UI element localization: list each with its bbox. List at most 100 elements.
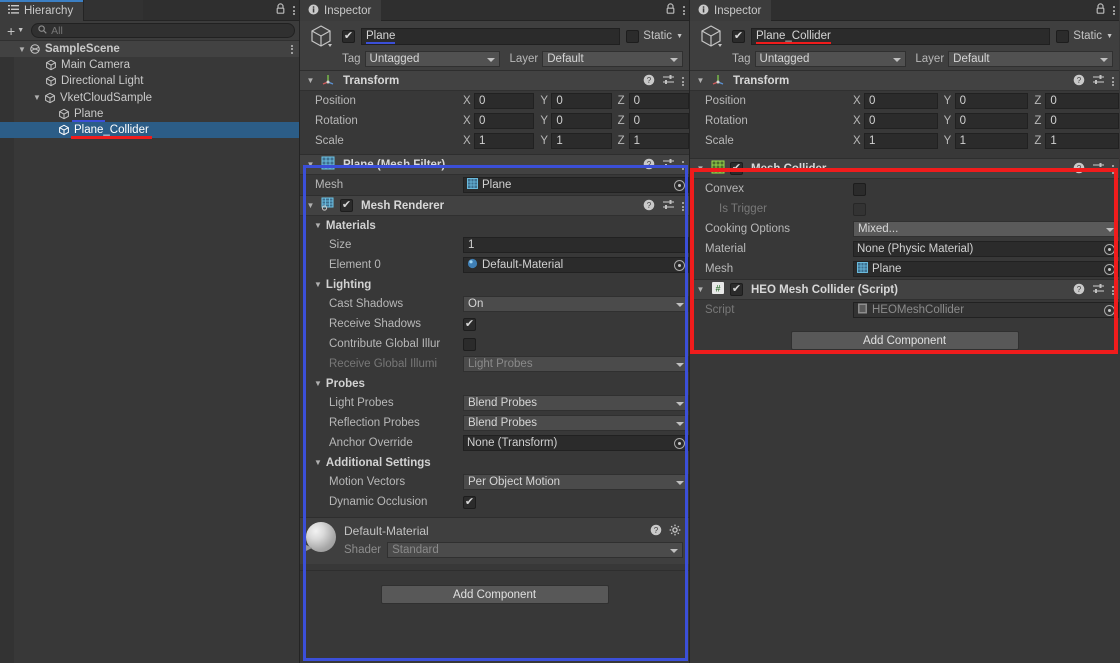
lock-icon[interactable] bbox=[665, 3, 676, 18]
scale-z-input[interactable]: 1 bbox=[629, 133, 689, 149]
position-x-input[interactable]: 0 bbox=[474, 93, 534, 109]
position-z-input[interactable]: 0 bbox=[1045, 93, 1119, 109]
collider-mesh-object-field[interactable]: Plane bbox=[853, 261, 1119, 277]
component-menu-icon[interactable] bbox=[1112, 165, 1114, 174]
search-input[interactable]: All bbox=[31, 23, 295, 38]
dynamic-occlusion-checkbox[interactable]: ✔ bbox=[463, 496, 476, 509]
motion-vectors-dropdown[interactable]: Per Object Motion bbox=[463, 474, 689, 490]
component-header-transform[interactable]: ▼ Transform ? bbox=[300, 70, 689, 91]
physic-material-object-field[interactable]: None (Physic Material) bbox=[853, 241, 1119, 257]
component-header-mesh-collider[interactable]: ▼ ✔ Mesh Collider ? bbox=[690, 158, 1119, 179]
scale-x-input[interactable]: 1 bbox=[864, 133, 938, 149]
tag-dropdown[interactable]: Untagged bbox=[755, 51, 907, 67]
position-z-input[interactable]: 0 bbox=[629, 93, 689, 109]
object-picker-icon[interactable] bbox=[1104, 244, 1115, 255]
hierarchy-row-main-camera[interactable]: Main Camera bbox=[0, 57, 299, 73]
hierarchy-row-samplescene[interactable]: ▼ SampleScene bbox=[0, 41, 299, 57]
component-menu-icon[interactable] bbox=[682, 202, 684, 211]
preset-icon[interactable] bbox=[662, 158, 675, 173]
static-checkbox[interactable]: ✔ bbox=[626, 30, 639, 43]
help-icon[interactable]: ? bbox=[643, 158, 655, 173]
mesh-object-field[interactable]: Plane bbox=[463, 177, 689, 193]
rotation-y-input[interactable]: 0 bbox=[551, 113, 611, 129]
component-header-transform[interactable]: ▼ Transform ? bbox=[690, 70, 1119, 91]
reflection-probes-dropdown[interactable]: Blend Probes bbox=[463, 415, 689, 431]
position-y-input[interactable]: 0 bbox=[551, 93, 611, 109]
preset-icon[interactable] bbox=[1092, 283, 1105, 298]
foldout-icon[interactable]: ▼ bbox=[314, 221, 322, 230]
scale-y-input[interactable]: 1 bbox=[551, 133, 611, 149]
create-button[interactable]: + ▼ bbox=[4, 24, 27, 38]
preset-icon[interactable] bbox=[662, 199, 675, 214]
gameobject-name-input[interactable]: Plane_Collider bbox=[751, 28, 1050, 45]
tag-dropdown[interactable]: Untagged bbox=[365, 51, 501, 67]
foldout-icon[interactable]: ▼ bbox=[314, 280, 322, 289]
mesh-collider-enabled-checkbox[interactable]: ✔ bbox=[730, 162, 743, 175]
rotation-z-input[interactable]: 0 bbox=[629, 113, 689, 129]
lighting-section-header[interactable]: ▼ Lighting bbox=[300, 275, 689, 294]
scale-x-input[interactable]: 1 bbox=[474, 133, 534, 149]
gameobject-name-input[interactable]: Plane bbox=[361, 28, 620, 45]
object-picker-icon[interactable] bbox=[674, 180, 685, 191]
foldout-icon[interactable]: ▼ bbox=[695, 285, 706, 294]
heo-mesh-collider-enabled-checkbox[interactable]: ✔ bbox=[730, 283, 743, 296]
hierarchy-row-directional-light[interactable]: Directional Light bbox=[0, 73, 299, 89]
object-picker-icon[interactable] bbox=[674, 260, 685, 271]
materials-size-input[interactable]: 1 bbox=[463, 237, 689, 253]
component-menu-icon[interactable] bbox=[682, 161, 684, 170]
help-icon[interactable]: ? bbox=[643, 74, 655, 89]
component-header-heo-mesh-collider[interactable]: ▼ # ✔ HEO Mesh Collider (Script) ? bbox=[690, 279, 1119, 300]
foldout-icon[interactable]: ▼ bbox=[305, 160, 316, 169]
component-header-mesh-renderer[interactable]: ▼ ✔ Mesh Renderer ? bbox=[300, 195, 689, 216]
foldout-icon[interactable]: ▼ bbox=[695, 164, 706, 173]
layer-dropdown[interactable]: Default bbox=[542, 51, 683, 67]
position-x-input[interactable]: 0 bbox=[864, 93, 938, 109]
contribute-gi-checkbox[interactable]: ✔ bbox=[463, 338, 476, 351]
hierarchy-row-plane[interactable]: Plane bbox=[0, 106, 299, 122]
add-component-button[interactable]: Add Component bbox=[791, 331, 1019, 350]
materials-section-header[interactable]: ▼ Materials bbox=[300, 216, 689, 235]
probes-section-header[interactable]: ▼ Probes bbox=[300, 374, 689, 393]
scale-z-input[interactable]: 1 bbox=[1045, 133, 1119, 149]
position-y-input[interactable]: 0 bbox=[955, 93, 1029, 109]
hierarchy-row-vketcloudsample[interactable]: ▼ VketCloudSample bbox=[0, 90, 299, 106]
gameobject-enabled-checkbox[interactable]: ✔ bbox=[732, 30, 745, 43]
tab-inspector-left[interactable]: Inspector bbox=[300, 0, 381, 21]
foldout-icon[interactable]: ▼ bbox=[305, 201, 316, 210]
component-menu-icon[interactable] bbox=[682, 77, 684, 86]
hierarchy-menu-icon[interactable] bbox=[293, 6, 295, 15]
lock-icon[interactable] bbox=[1095, 3, 1106, 18]
gear-icon[interactable] bbox=[669, 524, 681, 539]
foldout-icon[interactable]: ▼ bbox=[314, 458, 322, 467]
object-picker-icon[interactable] bbox=[674, 438, 685, 449]
preset-icon[interactable] bbox=[1092, 162, 1105, 177]
cooking-options-dropdown[interactable]: Mixed... bbox=[853, 221, 1119, 237]
rotation-x-input[interactable]: 0 bbox=[864, 113, 938, 129]
component-menu-icon[interactable] bbox=[1112, 77, 1114, 86]
tab-inspector-right[interactable]: Inspector bbox=[690, 0, 771, 21]
foldout-icon[interactable]: ▼ bbox=[305, 76, 316, 85]
additional-settings-section-header[interactable]: ▼ Additional Settings bbox=[300, 453, 689, 472]
shader-dropdown[interactable]: Standard bbox=[387, 542, 683, 558]
component-header-mesh-filter[interactable]: ▼ Plane (Mesh Filter) ? bbox=[300, 154, 689, 175]
convex-checkbox[interactable]: ✔ bbox=[853, 183, 866, 196]
foldout-icon[interactable]: ▼ bbox=[314, 379, 322, 388]
scene-menu-icon[interactable] bbox=[291, 41, 293, 57]
component-menu-icon[interactable] bbox=[1112, 286, 1114, 295]
help-icon[interactable]: ? bbox=[643, 199, 655, 214]
help-icon[interactable]: ? bbox=[650, 524, 662, 539]
cast-shadows-dropdown[interactable]: On bbox=[463, 296, 689, 312]
chevron-down-icon[interactable]: ▼ bbox=[676, 33, 683, 40]
help-icon[interactable]: ? bbox=[1073, 162, 1085, 177]
hierarchy-row-plane-collider[interactable]: Plane_Collider bbox=[0, 122, 299, 138]
lock-icon[interactable] bbox=[275, 3, 286, 18]
layer-dropdown[interactable]: Default bbox=[948, 51, 1113, 67]
anchor-override-object-field[interactable]: None (Transform) bbox=[463, 435, 689, 451]
preset-icon[interactable] bbox=[1092, 74, 1105, 89]
gameobject-enabled-checkbox[interactable]: ✔ bbox=[342, 30, 355, 43]
static-checkbox[interactable]: ✔ bbox=[1056, 30, 1069, 43]
foldout-icon[interactable]: ▶ bbox=[306, 543, 312, 552]
receive-shadows-checkbox[interactable]: ✔ bbox=[463, 318, 476, 331]
scale-y-input[interactable]: 1 bbox=[955, 133, 1029, 149]
object-picker-icon[interactable] bbox=[1104, 264, 1115, 275]
